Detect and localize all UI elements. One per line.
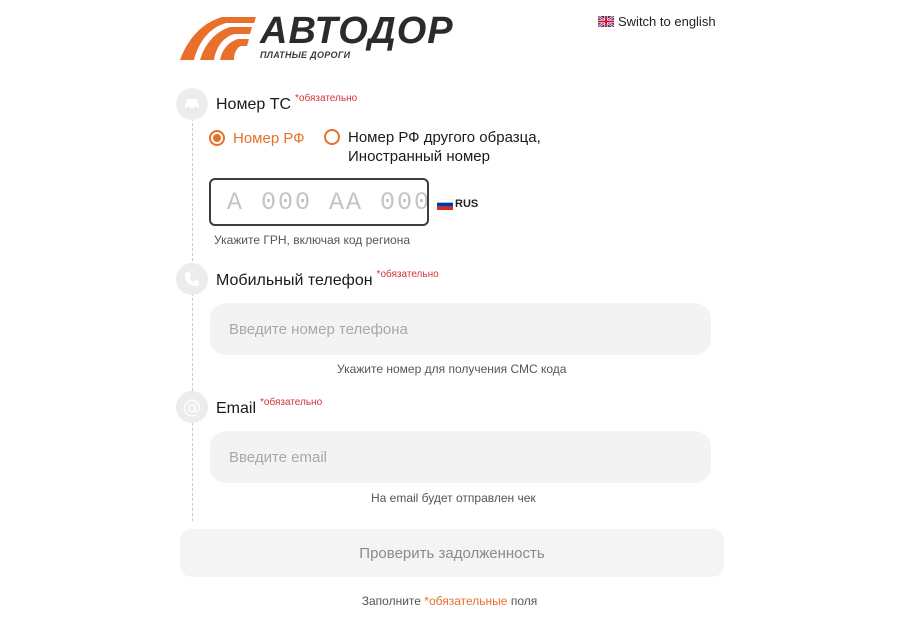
- car-icon: [176, 88, 208, 120]
- required-fields-word: *обязательные: [424, 594, 508, 608]
- required-mark: *обязательно: [260, 397, 323, 408]
- check-debt-button[interactable]: Проверить задолженность: [180, 529, 724, 577]
- radio-circle: [209, 130, 225, 146]
- road-stripes-logo-icon: [180, 17, 256, 60]
- steps-timeline-line: [192, 118, 193, 521]
- required-fields-note: Заполните *обязательные поля: [361, 594, 538, 608]
- email-label: Email *обязательно: [216, 397, 323, 417]
- phone-hint: Укажите номер для получения СМС кода: [337, 362, 567, 376]
- brand-name: АВТОДОР: [260, 10, 454, 52]
- uk-flag-icon: [598, 16, 614, 27]
- plate-number-input[interactable]: [209, 178, 429, 226]
- radio-foreign-plate-label-line2: Иностранный номер: [348, 148, 490, 165]
- language-switch-label: Switch to english: [618, 14, 716, 29]
- required-mark: *обязательно: [376, 269, 439, 280]
- phone-input[interactable]: [210, 303, 711, 355]
- brand-tagline: ПЛАТНЫЕ ДОРОГИ: [260, 50, 351, 60]
- vehicle-number-label: Номер ТС *обязательно: [216, 93, 358, 113]
- phone-icon: [176, 263, 208, 295]
- at-icon: @: [176, 391, 208, 423]
- radio-russian-plate-label: Номер РФ: [233, 130, 305, 147]
- country-code: RUS: [455, 198, 479, 210]
- language-switch-link[interactable]: Switch to english: [598, 14, 716, 29]
- radio-russian-plate[interactable]: Номер РФ: [209, 129, 305, 148]
- email-hint: На email будет отправлен чек: [371, 491, 536, 505]
- russia-flag-icon: [437, 198, 453, 210]
- email-input[interactable]: [210, 431, 711, 483]
- plate-hint: Укажите ГРН, включая код региона: [214, 233, 410, 247]
- radio-foreign-plate-label-line1: Номер РФ другого образца,: [348, 129, 541, 146]
- required-mark: *обязательно: [295, 93, 358, 104]
- phone-label: Мобильный телефон *обязательно: [216, 269, 439, 289]
- radio-circle: [324, 129, 340, 145]
- payment-form-page: АВТОДОР ПЛАТНЫЕ ДОРОГИ Switch to english…: [0, 0, 899, 620]
- plate-country: RUS: [437, 198, 478, 210]
- radio-foreign-plate[interactable]: Номер РФ другого образца, Иностранный но…: [324, 128, 541, 166]
- brand-logo[interactable]: АВТОДОР ПЛАТНЫЕ ДОРОГИ: [180, 12, 470, 64]
